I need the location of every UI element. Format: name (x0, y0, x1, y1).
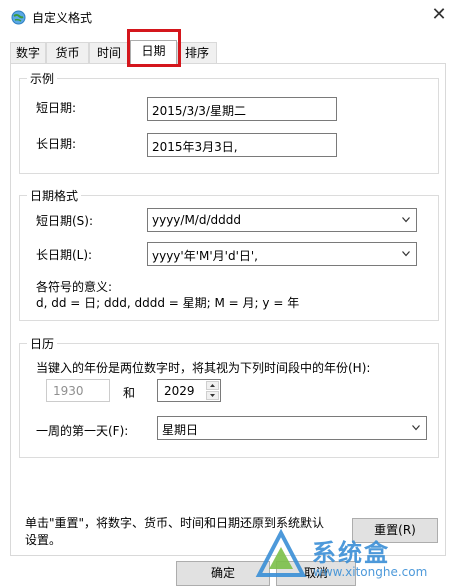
short-date-format-label: 短日期(S): (36, 214, 94, 228)
first-day-label: 一周的第一天(F): (36, 424, 129, 438)
tab-time[interactable]: 时间 (89, 42, 129, 64)
symbol-legend-text: d, dd = 日; ddd, dddd = 星期; M = 月; y = 年 (36, 296, 300, 310)
title-bar: 自定义格式 ✕ (0, 0, 456, 34)
tab-strip: 数字 货币 时间 日期 排序 (10, 40, 446, 65)
chevron-down-icon (402, 251, 410, 257)
short-date-sample-field: 2015/3/3/星期二 (147, 97, 337, 121)
short-date-sample-label: 短日期: (36, 101, 77, 115)
short-date-format-value: yyyy/M/d/dddd (152, 213, 241, 227)
long-date-format-combo[interactable]: yyyy'年'M'月'd'日', (147, 242, 417, 266)
tab-panel-date: 示例 短日期: 2015/3/3/星期二 长日期: 2015年3月3日, 日期格… (10, 63, 446, 556)
symbol-legend-title: 各符号的意义: (36, 280, 113, 294)
first-day-combo[interactable]: 星期日 (157, 416, 427, 440)
close-icon: ✕ (431, 4, 447, 25)
site-watermark: 系统盒 www.xitonghe.com (255, 527, 450, 587)
two-digit-year-label: 当键入的年份是两位数字时，将其视为下列时间段中的年份(H): (36, 361, 371, 375)
tab-number[interactable]: 数字 (10, 42, 46, 64)
watermark-logo-icon (255, 529, 307, 577)
calendar-group-title: 日历 (27, 335, 58, 352)
watermark-brand: 系统盒 (312, 539, 390, 567)
year-to-spinner[interactable]: 2029 (157, 379, 221, 402)
tab-currency[interactable]: 货币 (46, 42, 89, 64)
chevron-down-icon (412, 425, 420, 431)
year-to-updown (206, 381, 219, 400)
long-date-format-value: yyyy'年'M'月'd'日', (152, 249, 258, 263)
long-date-format-label: 长日期(L): (36, 248, 93, 262)
caret-down-icon (210, 394, 215, 397)
tab-sort[interactable]: 排序 (177, 42, 217, 64)
watermark-url: www.xitonghe.com (313, 565, 428, 579)
globe-clock-icon (11, 10, 26, 25)
long-date-sample-field: 2015年3月3日, (147, 133, 337, 157)
chevron-down-icon (402, 217, 410, 223)
and-label: 和 (123, 386, 136, 400)
short-date-format-combo[interactable]: yyyy/M/d/dddd (147, 208, 417, 232)
year-from-field: 1930 (46, 379, 110, 402)
year-to-value[interactable]: 2029 (164, 384, 195, 398)
close-button[interactable]: ✕ (422, 0, 456, 30)
sample-group-title: 示例 (27, 70, 58, 87)
long-date-sample-label: 长日期: (36, 137, 77, 151)
caret-up-icon (210, 384, 215, 387)
window-title: 自定义格式 (32, 11, 93, 25)
date-formats-group-title: 日期格式 (27, 187, 82, 204)
date-formats-group: 日期格式 短日期(S): yyyy/M/d/dddd 长日期(L): yyyy'… (19, 187, 439, 321)
spin-down-button[interactable] (206, 391, 219, 400)
calendar-group: 日历 当键入的年份是两位数字时，将其视为下列时间段中的年份(H): 1930 和… (19, 335, 439, 458)
sample-group: 示例 短日期: 2015/3/3/星期二 长日期: 2015年3月3日, (19, 70, 439, 174)
spin-up-button[interactable] (206, 381, 219, 390)
first-day-value: 星期日 (162, 423, 199, 437)
tab-date[interactable]: 日期 (130, 40, 177, 65)
year-from-value: 1930 (53, 384, 84, 398)
